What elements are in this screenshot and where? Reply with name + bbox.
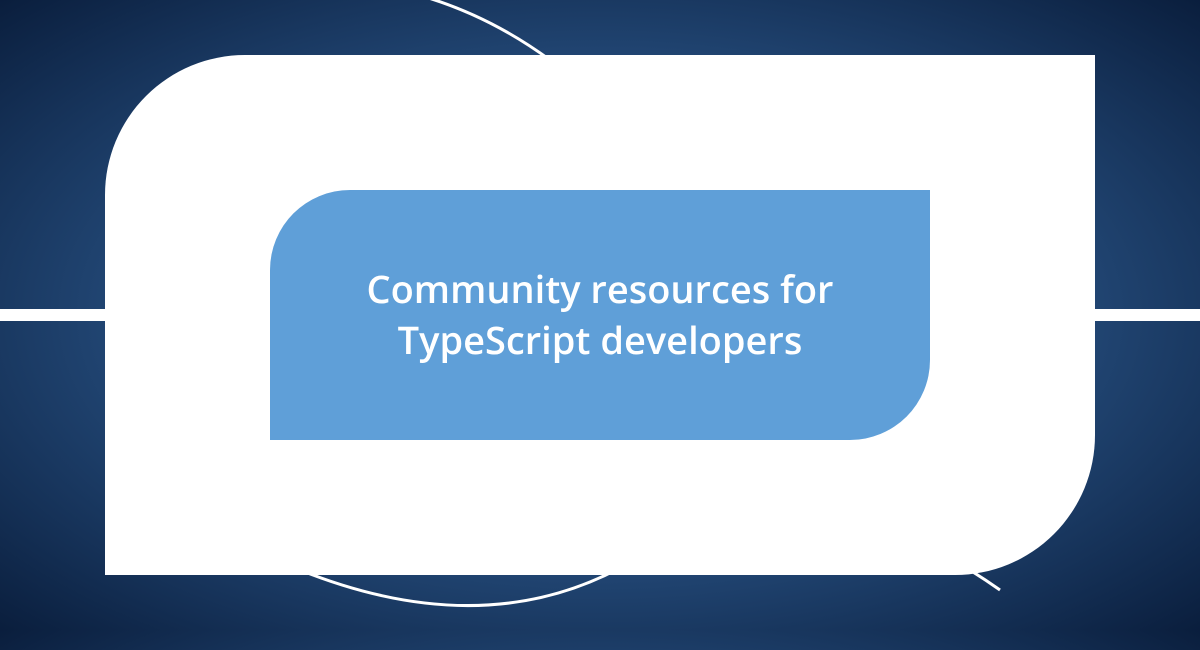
page-title: Community resources for TypeScript devel… bbox=[330, 264, 870, 367]
inner-card: Community resources for TypeScript devel… bbox=[270, 190, 930, 440]
outer-card: Community resources for TypeScript devel… bbox=[105, 55, 1095, 575]
